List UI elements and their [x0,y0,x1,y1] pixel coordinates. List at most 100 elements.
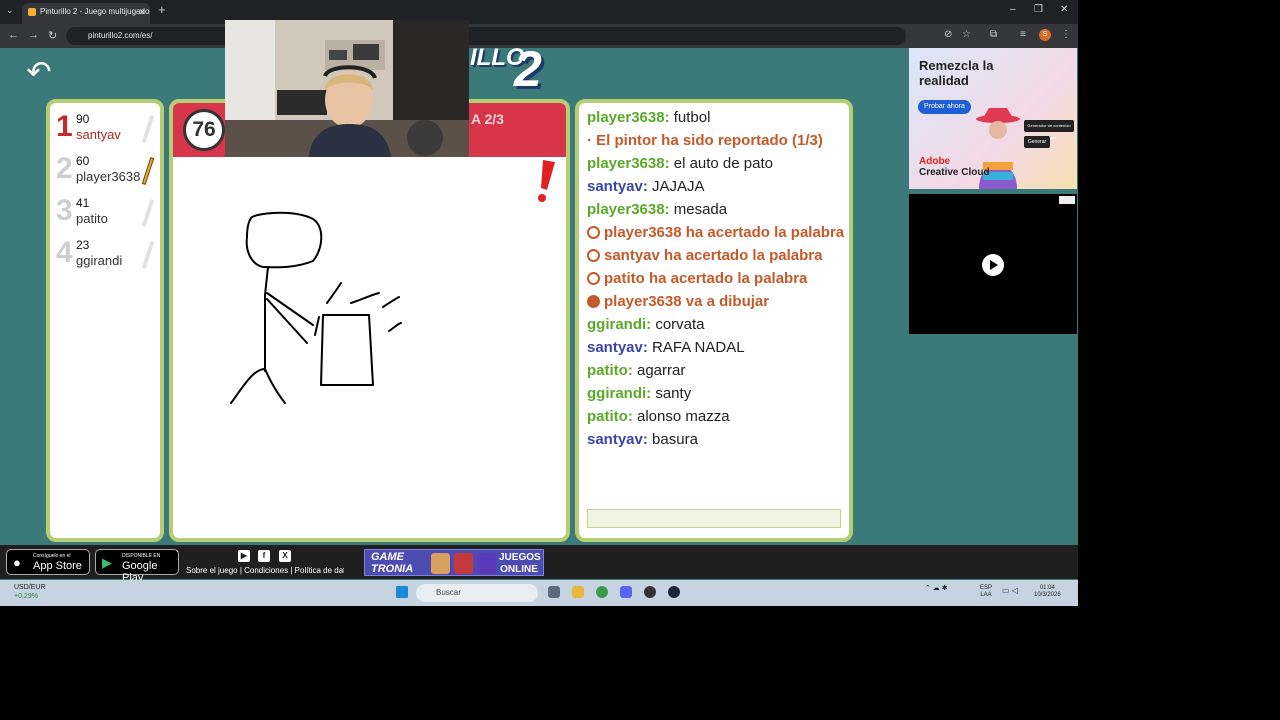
check-circle-icon [587,272,600,285]
chat-author: ggirandi: [587,385,652,402]
game-thumb-icon [431,553,450,574]
facebook-icon[interactable]: f [258,550,270,562]
tab-list-icon[interactable]: ⌄ [6,5,14,16]
bookmark-star-icon[interactable]: ☆ [962,29,971,40]
language-indicator[interactable]: ESP LAA [980,585,992,599]
task-view-icon[interactable] [548,586,560,598]
chat-text: RAFA NADAL [647,339,745,356]
new-tab-icon[interactable]: + [158,2,166,17]
chat-author: player3638: [587,201,670,218]
close-window-icon[interactable]: ✕ [1060,4,1068,15]
clock[interactable]: 01:04 10/3/2026 [1034,585,1061,599]
back-arrow-icon[interactable]: ↶ [22,56,56,90]
lang-layout: LAA [980,592,992,598]
browser-tab[interactable]: Pinturillo 2 - Juego multijugador ✕ [22,3,150,24]
drawing-canvas[interactable] [173,157,566,539]
windows-taskbar: USD/EUR +0,29% Buscar ⌃ ☁ ✱ ESP LAA ▭ ◁ … [0,580,1078,606]
players-panel: 1 90 santyav 2 60 player3638 3 41 patito… [46,99,164,542]
chat-text: santy [651,385,692,402]
player-row: 4 23 ggirandi [54,233,158,273]
chat-message: player3638: mesada [587,201,845,218]
google-play-button[interactable]: ▶ DISPONIBLE EN Google Play [95,549,179,584]
ad-brand-product: Creative Cloud [919,167,990,178]
ad-banner[interactable]: Remezcla la realidad Probar ahora Genera… [909,48,1077,189]
footer-links[interactable]: Sobre el juego | Condiciones | Política … [186,566,344,575]
lang-code: ESP [980,585,993,591]
round-indicator: A 2/3 [471,111,504,127]
chat-text: corvata [651,316,705,333]
taskbar-search[interactable]: Buscar [416,584,538,602]
chat-system-message: player3638 ha acertado la palabra [587,224,845,241]
chat-author: ggirandi: [587,316,652,333]
screen: ⌄ Pinturillo 2 - Juego multijugador ✕ + … [0,0,1078,606]
chat-message: player3638: futbol [587,109,845,126]
chat-system-message: santyav ha acertado la palabra [587,247,845,264]
url-field[interactable]: pinturillo2.com/es/ [66,27,906,45]
steam-icon[interactable] [668,586,680,598]
chat-system-message: player3638 va a dibujar [587,293,845,310]
gametronia-logo: GAME TRONIA [371,551,414,575]
video-ad[interactable] [909,194,1077,334]
back-icon[interactable]: ← [8,29,19,41]
extensions-icon[interactable]: ⧉ [990,29,997,40]
site-footer: ● Consíguelo en el App Store ▶ DISPONIBL… [0,545,1078,584]
ad-choices-icon[interactable] [1059,196,1075,204]
chat-input[interactable] [587,509,841,528]
discord-icon[interactable] [620,586,632,598]
player-name: patito [76,211,108,226]
chat-text: player3638 va a dibujar [604,293,770,310]
clock-time: 01:04 [1039,585,1055,591]
play-icon[interactable] [982,254,1004,276]
ad-chip: Generar [1024,136,1050,148]
forward-icon[interactable]: → [28,29,39,41]
app-store-button[interactable]: ● Consíguelo en el App Store [6,549,90,575]
ticker-value: +0,29% [14,593,38,600]
obs-icon[interactable] [644,586,656,598]
ticker-title: USD/EUR [14,584,46,591]
player-row: 3 41 patito [54,191,158,231]
mute-icon[interactable]: ⊘ [944,29,952,40]
game-thumb-icon [454,553,473,574]
player-score: 41 [76,196,90,210]
ad-brand: Adobe [919,156,951,167]
ad-headline: Remezcla la realidad [919,58,994,88]
youtube-icon[interactable]: ▶ [238,550,250,562]
system-tray-icons[interactable]: ⌃ ☁ ✱ [925,584,948,592]
menu-icon[interactable]: ⋮ [1061,29,1071,40]
player-rank: 1 [56,110,73,143]
clock-date: 10/3/2026 [1034,592,1061,598]
store-small-text: Consíguelo en el [33,553,71,559]
chat-system-message: · El pintor ha sido reportado (1/3) [587,132,845,149]
media-icon[interactable]: ≡ [1020,29,1026,40]
windows-start-icon[interactable] [396,586,408,598]
player-score: 60 [76,154,90,168]
close-tab-icon[interactable]: ✕ [138,3,146,21]
x-icon[interactable]: X [279,550,291,562]
file-explorer-icon[interactable] [572,586,584,598]
chat-message: ggirandi: corvata [587,316,845,333]
chat-message: player3638: el auto de pato [587,155,845,172]
chat-message: patito: agarrar [587,362,845,379]
player-rank: 3 [56,194,73,227]
chat-text: agarrar [632,362,686,379]
ticker-widget[interactable]: USD/EUR +0,29% [14,583,46,601]
chrome-icon[interactable] [596,586,608,598]
network-volume-icons[interactable]: ▭ ◁ [1002,586,1018,595]
maximize-icon[interactable]: ❐ [1034,4,1043,15]
chat-panel: player3638: futbol · El pintor ha sido r… [575,99,853,542]
player-rank: 2 [56,152,73,185]
chat-message: patito: alonso mazza [587,408,845,425]
chat-author: santyav: [587,431,648,448]
profile-avatar[interactable]: S [1039,29,1051,41]
chat-list: player3638: futbol · El pintor ha sido r… [587,109,845,454]
chat-text: JAJAJA [647,178,705,195]
chat-bullet: · [587,132,597,149]
gametronia-banner[interactable]: GAME TRONIA JUEGOS ONLINE [364,549,544,576]
ad-cta-button[interactable]: Probar ahora [918,100,971,114]
store-small-text: DISPONIBLE EN [122,553,161,559]
player-name: santyav [76,127,121,142]
minimize-icon[interactable]: – [1010,4,1016,15]
ad-chip: Generador de contenido ilimitado [1024,120,1074,140]
reload-icon[interactable]: ↻ [48,29,57,42]
chat-message: ggirandi: santy [587,385,845,402]
